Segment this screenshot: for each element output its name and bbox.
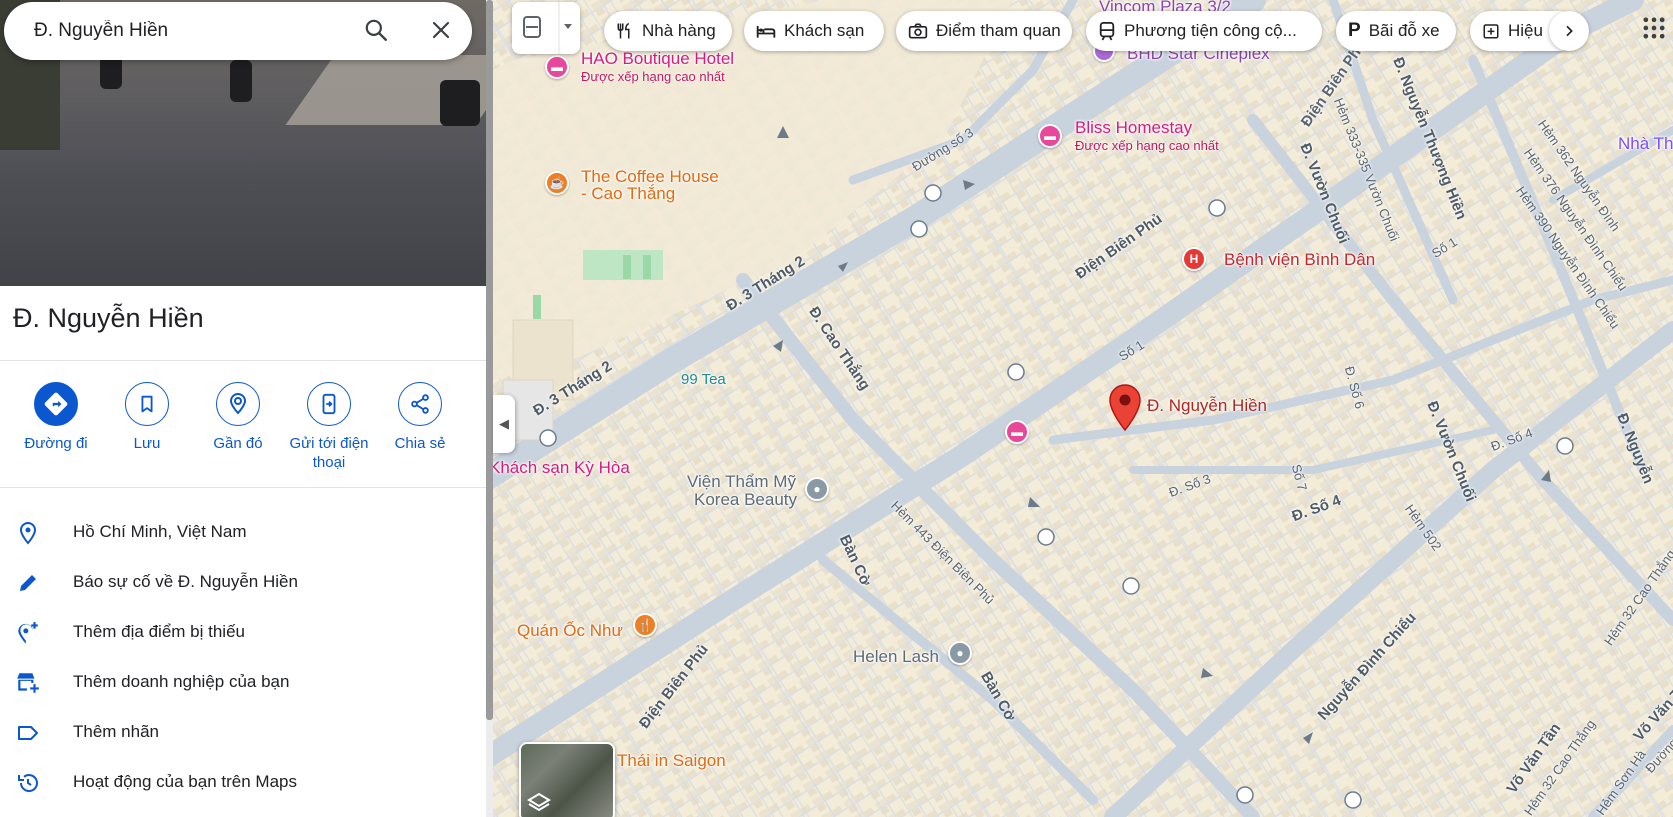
chip-hotels[interactable]: Khách sạn (744, 11, 884, 51)
chip-label: Nhà hàng (642, 21, 716, 40)
poi-the-coffee-house-line2[interactable]: - Cao Thắng (581, 185, 675, 202)
place-title: Đ. Nguyễn Hiền (13, 303, 204, 333)
chip-attractions[interactable]: Điểm tham quan (896, 11, 1072, 51)
divider (0, 360, 486, 361)
poi-bliss-homestay[interactable]: Bliss Homestay (1075, 119, 1192, 136)
maps-activity-text: Hoạt động của bạn trên Maps (73, 772, 297, 791)
maps-activity-row[interactable]: Hoạt động của bạn trên Maps (0, 757, 486, 807)
hotel-icon (756, 22, 776, 40)
poi-vien-tham-my-line2[interactable]: Korea Beauty (694, 491, 797, 508)
chip-label: Phương tiện công cộ... (1124, 21, 1297, 40)
label-icon (18, 726, 38, 740)
map-layers-button[interactable] (519, 742, 615, 817)
divider (0, 487, 486, 488)
poi-nha-th[interactable]: Nhà Th (1618, 135, 1673, 152)
collapse-panel-button[interactable]: ◀ (493, 395, 515, 453)
poi-khach-san-ky-hoa[interactable]: Khách sạn Kỳ Hòa (493, 459, 630, 476)
parking-icon: P (1348, 20, 1361, 41)
save-label: Lưu (133, 435, 161, 452)
add-missing-place-row[interactable]: Thêm địa điểm bị thiếu (0, 607, 486, 657)
pharmacy-icon (1482, 22, 1500, 40)
poi-rating-badge: Được xếp hạng cao nhất (581, 69, 725, 84)
add-business-icon (17, 673, 39, 693)
chips-scroll-right-button[interactable] (1549, 11, 1589, 51)
poi-helen-lash[interactable]: Helen Lash (853, 648, 939, 665)
add-business-text: Thêm doanh nghiệp của bạn (73, 672, 290, 691)
camera-icon (908, 22, 928, 40)
poi-vien-tham-my[interactable]: Viện Thẩm Mỹ (687, 473, 796, 490)
close-search-button[interactable] (425, 15, 457, 47)
history-icon (18, 774, 38, 792)
chip-label: Điểm tham quan (936, 21, 1061, 40)
directions-icon (44, 392, 68, 416)
chip-label: Bãi đỗ xe (1368, 21, 1440, 40)
address-text: Hồ Chí Minh, Việt Nam (73, 522, 247, 541)
hotel-pin-icon[interactable]: ▬ (545, 55, 569, 79)
add-business-row[interactable]: Thêm doanh nghiệp của bạn (0, 657, 486, 707)
send-to-phone-button[interactable]: Gửi tới điện thoại (279, 382, 379, 472)
hotel-pin-icon[interactable]: ▬ (1038, 124, 1062, 148)
chevron-left-icon: ◀ (499, 416, 509, 431)
share-button[interactable]: Chia sẻ (370, 382, 470, 453)
beauty-pin-icon[interactable]: ● (805, 477, 829, 501)
poi-quan-oc-nhu[interactable]: Quán Ốc Như (517, 622, 623, 639)
restaurant-pin-icon[interactable]: 🍴 (633, 613, 657, 637)
chip-label: Khách sạn (784, 21, 865, 40)
search-icon (365, 19, 387, 41)
poi-hao-boutique-hotel[interactable]: HAO Boutique Hotel (581, 50, 734, 67)
add-place-icon (18, 622, 38, 644)
close-icon (432, 21, 450, 38)
panel-scrollbar[interactable] (486, 0, 493, 817)
hospital-pin-icon[interactable]: H (1182, 247, 1206, 271)
poi-rating-badge: Được xếp hạng cao nhất (1075, 138, 1219, 153)
add-label-text: Thêm nhãn (73, 722, 159, 741)
place-panel: Đ. Nguyễn Hiền Đường đi Lưu Gần đó Gửi t… (0, 0, 486, 817)
selected-place-label[interactable]: Đ. Nguyễn Hiền (1147, 397, 1267, 414)
save-button[interactable]: Lưu (97, 382, 197, 453)
directions-label: Đường đi (24, 435, 88, 452)
address-row[interactable]: Hồ Chí Minh, Việt Nam (0, 507, 486, 557)
transit-icon (1098, 21, 1116, 41)
chip-restaurants[interactable]: Nhà hàng (604, 11, 732, 51)
search-input[interactable] (34, 16, 334, 46)
share-label: Chia sẻ (394, 435, 446, 452)
location-pin-icon (19, 522, 37, 545)
send-to-phone-label: Gửi tới điện thoại (289, 435, 369, 471)
chevron-right-icon (1566, 25, 1573, 37)
search-box[interactable] (4, 2, 472, 60)
directions-button[interactable]: Đường đi (6, 382, 106, 453)
report-issue-text: Báo sự cố về Đ. Nguyễn Hiền (73, 572, 298, 591)
chip-label: Hiệu (1508, 21, 1543, 40)
coffee-pin-icon[interactable]: ☕ (545, 171, 569, 195)
send-to-phone-icon (322, 393, 336, 415)
hotel-pin-icon[interactable]: ▬ (1005, 420, 1029, 444)
nearby-button[interactable]: Gần đó (188, 382, 288, 453)
poi-the-coffee-house[interactable]: The Coffee House (581, 168, 719, 185)
add-label-row[interactable]: Thêm nhãn (0, 707, 486, 757)
restaurant-icon (616, 22, 634, 40)
add-missing-place-text: Thêm địa điểm bị thiếu (73, 622, 245, 641)
report-issue-row[interactable]: Báo sự cố về Đ. Nguyễn Hiền (0, 557, 486, 607)
beauty-pin-icon[interactable]: ● (948, 641, 972, 665)
bookmark-icon (141, 395, 153, 413)
selected-location-pin-icon[interactable] (1108, 384, 1142, 432)
chip-public-transit[interactable]: Phương tiện công cộ... (1086, 11, 1322, 51)
poi-benh-vien-binh-dan[interactable]: Bệnh viện Bình Dân (1224, 251, 1375, 268)
transit-layer-toggle[interactable] (512, 2, 580, 54)
apps-grid-icon (1643, 17, 1665, 39)
chip-parking[interactable]: P Bãi đỗ xe (1336, 11, 1456, 51)
nearby-label: Gần đó (213, 435, 263, 452)
poi-99-tea[interactable]: 99 Tea (681, 371, 726, 388)
nearby-icon (229, 393, 247, 415)
poi-thai-in-saigon[interactable]: Thái in Saigon (617, 752, 726, 769)
share-icon (411, 394, 429, 414)
map-canvas[interactable]: Đường số 3 Điện Biên Phủ Đ. 3 Tháng 2 Đ.… (493, 0, 1673, 817)
layers-icon (527, 792, 551, 812)
search-button[interactable] (360, 15, 392, 47)
transit-layer-icon (523, 2, 572, 54)
pencil-icon (20, 575, 36, 591)
google-apps-button[interactable] (1640, 14, 1668, 42)
